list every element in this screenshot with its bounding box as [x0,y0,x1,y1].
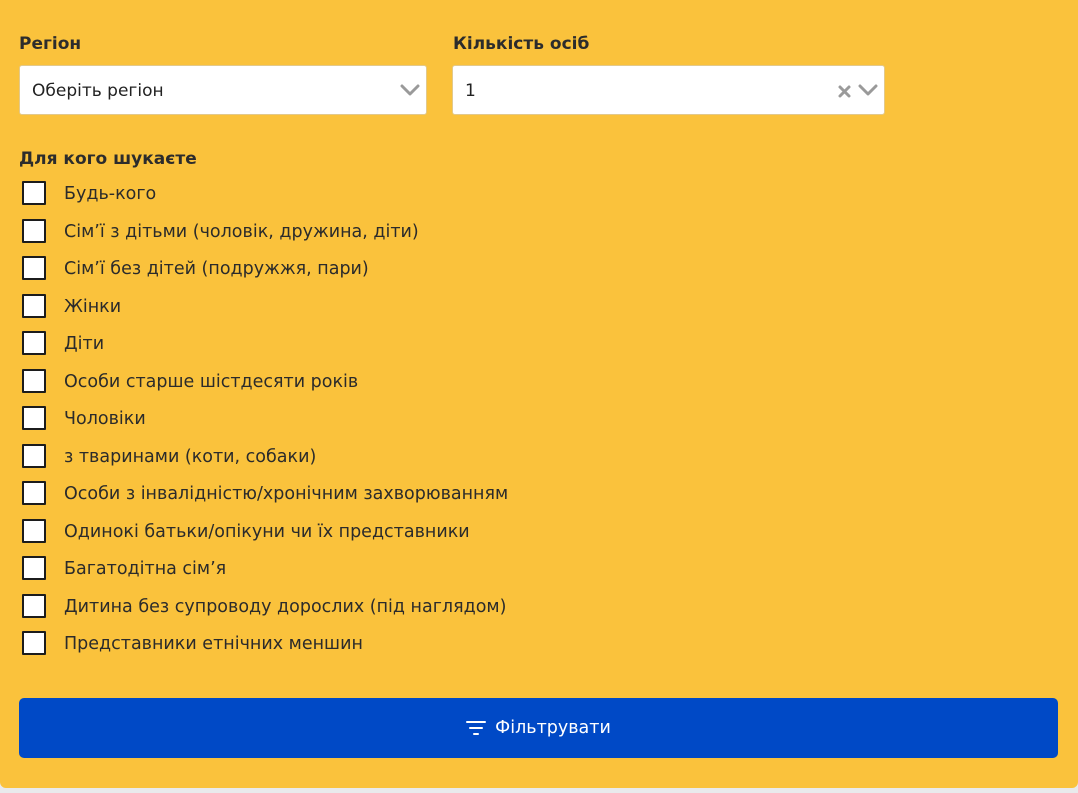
checkbox[interactable] [22,518,46,543]
checkbox[interactable] [22,406,46,430]
option-label: Багатодітна сім’я [64,559,227,579]
checkbox[interactable] [22,368,46,393]
audience-option[interactable]: Сім’ї без дітей (подружжя, пари) [22,256,508,294]
filter-panel: Регіон Оберіть регіон Кількість осіб 1 Д… [0,0,1078,788]
filter-button-label: Фільтрувати [495,718,611,738]
audience-options: Будь-кого Сім’ї з дітьми (чоловік, дружи… [22,181,508,669]
audience-option[interactable]: Представники етнічних меншин [22,631,508,669]
option-label: Чоловіки [64,409,146,429]
chevron-down-icon[interactable] [400,81,420,99]
audience-option[interactable]: Жінки [22,293,508,332]
option-label: з тваринами (коти, собаки) [64,446,317,467]
audience-option[interactable]: Особи старше шістдесяти років [22,368,508,407]
region-label: Регіон [19,34,82,54]
checkbox[interactable] [22,593,46,618]
audience-title: Для кого шукаєте [19,149,197,169]
audience-option[interactable]: Одинокі батьки/опікуни чи їх представник… [22,518,508,557]
option-label: Сім’ї з дітьми (чоловік, дружина, діти) [64,221,419,242]
region-select[interactable]: Оберіть регіон [19,65,427,115]
audience-option[interactable]: Будь-кого [22,181,508,219]
filter-icon [466,721,487,735]
option-label: Жінки [64,296,122,317]
audience-option[interactable]: Сім’ї з дітьми (чоловік, дружина, діти) [22,218,508,257]
audience-option[interactable]: Чоловіки [22,406,508,444]
checkbox[interactable] [22,631,46,655]
chevron-down-icon[interactable] [858,81,878,99]
clear-icon[interactable] [836,82,854,100]
option-label: Діти [64,334,105,354]
checkbox[interactable] [22,331,46,355]
region-select-value: Оберіть регіон [32,81,164,101]
filter-button[interactable]: Фільтрувати [19,698,1058,758]
checkbox[interactable] [22,181,46,205]
audience-option[interactable]: з тваринами (коти, собаки) [22,443,508,482]
option-label: Особи старше шістдесяти років [64,371,359,392]
checkbox[interactable] [22,293,46,318]
option-label: Одинокі батьки/опікуни чи їх представник… [64,521,470,542]
checkbox[interactable] [22,556,46,580]
option-label: Дитина без супроводу дорослих (під нагля… [64,596,507,617]
audience-option[interactable]: Особи з інвалідністю/хронічним захворюва… [22,481,508,519]
persons-label: Кількість осіб [453,34,590,54]
audience-option[interactable]: Багатодітна сім’я [22,556,508,594]
checkbox[interactable] [22,256,46,280]
audience-option[interactable]: Діти [22,331,508,369]
checkbox[interactable] [22,218,46,243]
checkbox[interactable] [22,481,46,505]
option-label: Будь-кого [64,184,157,204]
option-label: Сім’ї без дітей (подружжя, пари) [64,259,369,279]
persons-select-value: 1 [465,81,476,101]
option-label: Представники етнічних меншин [64,634,363,654]
checkbox[interactable] [22,443,46,468]
audience-option[interactable]: Дитина без супроводу дорослих (під нагля… [22,593,508,632]
persons-select[interactable]: 1 [452,65,885,115]
option-label: Особи з інвалідністю/хронічним захворюва… [64,484,509,504]
